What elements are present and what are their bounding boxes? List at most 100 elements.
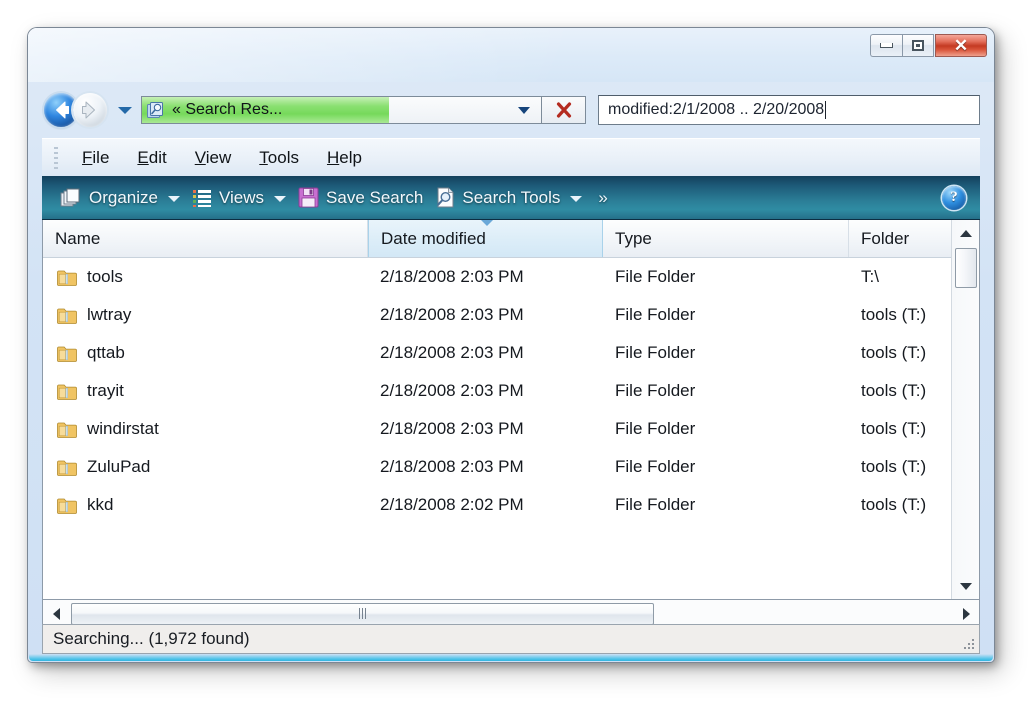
organize-label: Organize bbox=[89, 187, 158, 207]
help-label: ? bbox=[950, 189, 958, 205]
cell-type: File Folder bbox=[603, 419, 849, 439]
command-toolbar: Organize Views Save Search Search Tools … bbox=[42, 176, 980, 220]
cell-date-modified: 2/18/2008 2:03 PM bbox=[368, 457, 603, 477]
organize-chevron-down-icon bbox=[167, 195, 180, 202]
views-button[interactable]: Views bbox=[186, 176, 292, 219]
folder-icon bbox=[57, 308, 77, 324]
cell-name: trayit bbox=[43, 381, 368, 401]
column-headers: Name Date modified Type Folder bbox=[43, 220, 979, 258]
forward-arrow-icon bbox=[82, 101, 95, 119]
toolbar-overflow-button[interactable]: » bbox=[598, 188, 607, 208]
scroll-up-button[interactable] bbox=[953, 220, 979, 246]
folder-label: tools (T:) bbox=[861, 305, 927, 324]
vertical-scrollbar[interactable] bbox=[951, 220, 979, 599]
date-modified-label: 2/18/2008 2:03 PM bbox=[380, 305, 524, 324]
type-label: File Folder bbox=[615, 457, 696, 476]
column-header-name-label: Name bbox=[55, 228, 101, 248]
minimize-icon bbox=[880, 43, 893, 48]
menu-item-help[interactable]: Help bbox=[313, 146, 376, 170]
folder-label: tools (T:) bbox=[861, 495, 927, 514]
organize-button[interactable]: Organize bbox=[54, 176, 186, 219]
menu-item-view[interactable]: View bbox=[181, 146, 246, 170]
cell-name: ZuluPad bbox=[43, 457, 368, 477]
cell-name: kkd bbox=[43, 495, 368, 515]
horizontal-scroll-thumb[interactable] bbox=[71, 602, 655, 625]
menu-item-tools[interactable]: Tools bbox=[245, 146, 313, 170]
search-tools-label: Search Tools bbox=[462, 187, 561, 207]
close-icon: ✕ bbox=[953, 36, 969, 55]
column-header-date-modified[interactable]: Date modified bbox=[368, 220, 603, 257]
maximize-icon bbox=[912, 40, 924, 51]
search-results-icon bbox=[147, 102, 163, 118]
close-button[interactable]: ✕ bbox=[935, 34, 987, 57]
menubar-gripper[interactable] bbox=[54, 146, 58, 169]
menu-item-edit[interactable]: Edit bbox=[123, 146, 180, 170]
search-input[interactable]: modified:2/1/2008 .. 2/20/2008 bbox=[598, 95, 980, 125]
cell-type: File Folder bbox=[603, 343, 849, 363]
menu-edit-label: dit bbox=[148, 147, 167, 167]
maximize-button[interactable] bbox=[902, 34, 934, 57]
address-dropdown-icon[interactable] bbox=[518, 107, 530, 114]
column-header-type[interactable]: Type bbox=[603, 220, 849, 257]
cell-name: lwtray bbox=[43, 305, 368, 325]
folder-label: tools (T:) bbox=[861, 457, 927, 476]
table-row[interactable]: ZuluPad 2/18/2008 2:03 PM File Folder tools… bbox=[43, 448, 979, 486]
folder-icon bbox=[57, 422, 77, 438]
file-name-label: trayit bbox=[87, 381, 124, 400]
resize-grip-icon[interactable] bbox=[962, 637, 976, 651]
column-header-folder-label: Folder bbox=[861, 228, 910, 248]
menu-tools-mnemonic: T bbox=[259, 147, 268, 167]
menu-file-label: ile bbox=[92, 147, 110, 167]
cell-date-modified: 2/18/2008 2:02 PM bbox=[368, 495, 603, 515]
table-row[interactable]: lwtray 2/18/2008 2:03 PM File Folder tools … bbox=[43, 296, 979, 334]
type-label: File Folder bbox=[615, 419, 696, 438]
file-name-label: tools bbox=[87, 267, 123, 286]
cell-date-modified: 2/18/2008 2:03 PM bbox=[368, 305, 603, 325]
column-header-type-label: Type bbox=[615, 228, 652, 248]
recent-pages-dropdown-icon[interactable] bbox=[118, 106, 132, 114]
horizontal-scroll-track[interactable] bbox=[69, 600, 953, 627]
table-row[interactable]: windirstat 2/18/2008 2:03 PM File Folder to… bbox=[43, 410, 979, 448]
menu-tools-label: ools bbox=[267, 147, 299, 167]
folder-icon bbox=[57, 346, 77, 362]
triangle-down-icon bbox=[959, 582, 972, 590]
forward-button[interactable] bbox=[73, 93, 107, 127]
save-disk-icon bbox=[298, 187, 319, 208]
help-button[interactable]: ? bbox=[942, 185, 966, 210]
column-header-name[interactable]: Name bbox=[43, 220, 368, 257]
table-row[interactable]: trayit 2/18/2008 2:03 PM File Folder tools … bbox=[43, 372, 979, 410]
menu-file-mnemonic: F bbox=[82, 147, 93, 167]
table-row[interactable]: tools 2/18/2008 2:03 PM File Folder T:\ bbox=[43, 258, 979, 296]
title-bar[interactable]: ✕ bbox=[28, 28, 994, 82]
type-label: File Folder bbox=[615, 267, 696, 286]
scroll-left-button[interactable] bbox=[43, 601, 69, 627]
table-row[interactable]: qttab 2/18/2008 2:03 PM File Folder tools (… bbox=[43, 334, 979, 372]
type-label: File Folder bbox=[615, 343, 696, 362]
date-modified-label: 2/18/2008 2:03 PM bbox=[380, 419, 524, 438]
scroll-down-button[interactable] bbox=[953, 573, 979, 599]
vertical-scroll-thumb[interactable] bbox=[954, 248, 977, 288]
table-row[interactable]: kkd 2/18/2008 2:02 PM File Folder tools (T:… bbox=[43, 486, 979, 524]
cell-name: qttab bbox=[43, 343, 368, 363]
search-tools-icon bbox=[437, 187, 454, 208]
organize-icon bbox=[60, 188, 80, 206]
folder-label: tools (T:) bbox=[861, 343, 927, 362]
text-caret bbox=[825, 101, 827, 119]
status-bar: Searching... (1,972 found) bbox=[42, 624, 980, 654]
search-tools-chevron-down-icon bbox=[570, 195, 583, 202]
minimize-button[interactable] bbox=[870, 34, 902, 57]
menu-item-file[interactable]: File bbox=[68, 146, 123, 170]
file-name-label: qttab bbox=[87, 343, 125, 362]
date-modified-label: 2/18/2008 2:03 PM bbox=[380, 267, 524, 286]
save-search-button[interactable]: Save Search bbox=[292, 176, 429, 219]
file-name-label: ZuluPad bbox=[87, 457, 151, 476]
file-name-label: lwtray bbox=[87, 305, 132, 324]
titlebar-glass-sheen bbox=[28, 28, 994, 82]
stop-search-button[interactable] bbox=[542, 96, 586, 124]
address-bar[interactable]: « Search Res... bbox=[141, 96, 542, 124]
search-tools-button[interactable]: Search Tools bbox=[429, 176, 588, 219]
scroll-right-button[interactable] bbox=[953, 601, 979, 627]
cell-type: File Folder bbox=[603, 305, 849, 325]
cell-date-modified: 2/18/2008 2:03 PM bbox=[368, 381, 603, 401]
folder-icon bbox=[57, 498, 77, 514]
